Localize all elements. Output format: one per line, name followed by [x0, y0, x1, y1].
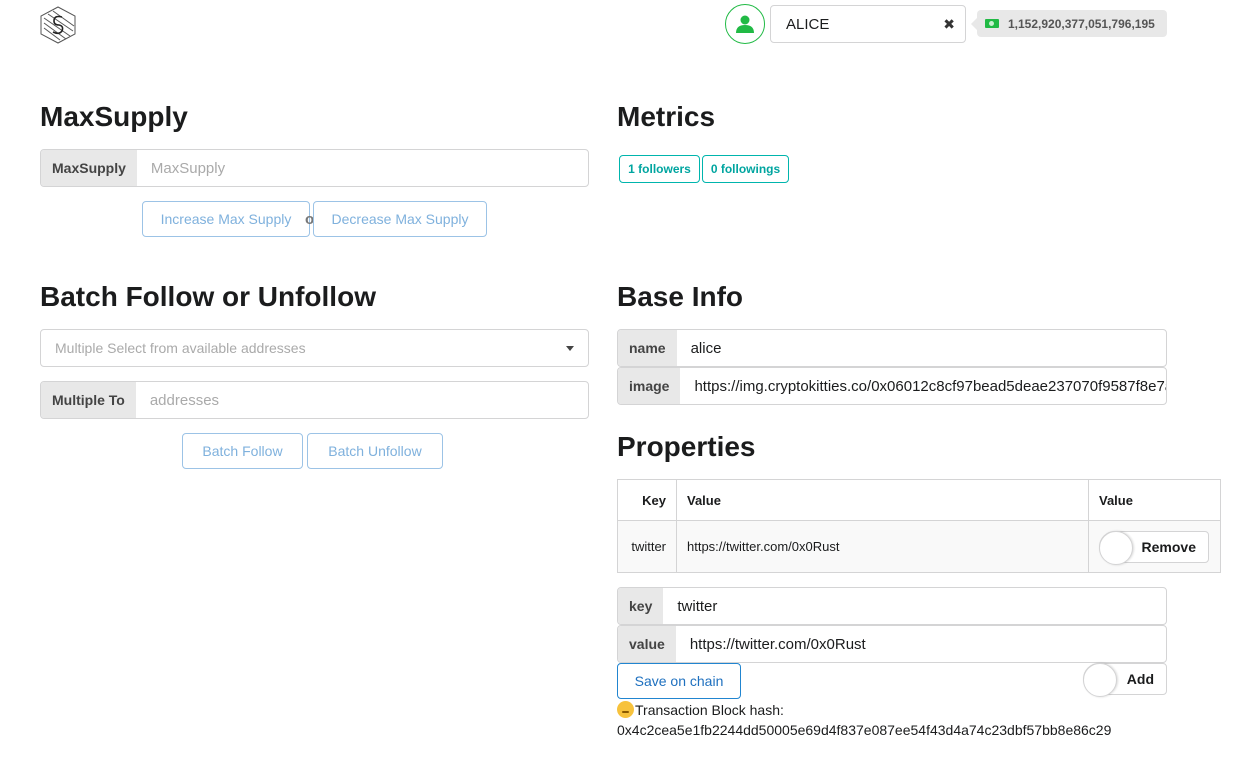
value-input[interactable]: https://twitter.com/0x0Rust	[676, 626, 880, 662]
money-icon	[985, 19, 999, 28]
max-supply-input[interactable]: MaxSupply	[137, 150, 239, 186]
column-header-value: Value	[676, 479, 1089, 521]
name-input[interactable]: alice	[677, 330, 736, 366]
image-input[interactable]: https://img.cryptokitties.co/0x06012c8cf…	[680, 368, 1166, 404]
addresses-input[interactable]: addresses	[136, 382, 233, 418]
wink-emoji-icon	[617, 701, 634, 718]
max-supply-input-group: MaxSupply MaxSupply	[40, 149, 589, 187]
user-icon	[736, 15, 754, 33]
dropdown-caret-icon	[566, 345, 574, 351]
followings-count-button[interactable]: 0 followings	[702, 155, 789, 183]
account-select[interactable]: ALICE ✖	[770, 5, 966, 43]
increase-max-supply-button[interactable]: Increase Max Supply	[142, 201, 310, 237]
transaction-label: Transaction Block hash:	[635, 702, 784, 718]
save-on-chain-button[interactable]: Save on chain	[617, 663, 741, 699]
name-input-group: name alice	[617, 329, 1167, 367]
batch-unfollow-button[interactable]: Batch Unfollow	[307, 433, 443, 469]
property-action-cell: Remove	[1088, 520, 1221, 573]
max-supply-title: MaxSupply	[40, 101, 188, 132]
image-label: image	[618, 368, 681, 404]
remove-label: Remove	[1141, 538, 1196, 555]
balance-label: 1,152,920,377,051,796,195	[971, 10, 1167, 37]
key-input-group: key twitter	[617, 587, 1167, 625]
metrics-title: Metrics	[617, 101, 716, 132]
followers-count-button[interactable]: 1 followers	[619, 155, 700, 183]
multiple-to-label: Multiple To	[41, 382, 136, 418]
user-account-icon[interactable]	[725, 4, 765, 44]
column-header-action: Value	[1088, 479, 1221, 521]
multi-select-placeholder: Multiple Select from available addresses	[55, 340, 306, 356]
property-key-cell: twitter	[617, 520, 677, 573]
base-info-title: Base Info	[617, 281, 744, 312]
column-header-key: Key	[617, 479, 677, 521]
key-input[interactable]: twitter	[663, 588, 731, 624]
batch-follow-title: Batch Follow or Unfollow	[40, 281, 376, 312]
clear-icon[interactable]: ✖	[943, 16, 955, 33]
batch-follow-button[interactable]: Batch Follow	[182, 433, 303, 469]
address-multi-select[interactable]: Multiple Select from available addresses	[40, 329, 589, 367]
balance-value: 1,152,920,377,051,796,195	[1008, 16, 1155, 31]
remove-property-button[interactable]: Remove	[1099, 530, 1209, 565]
value-label: value	[618, 626, 676, 662]
transaction-info: Transaction Block hash: 0x4c2cea5e1fb224…	[617, 700, 1111, 740]
add-label: Add	[1126, 671, 1154, 687]
decrease-max-supply-button[interactable]: Decrease Max Supply	[313, 201, 487, 237]
app-logo	[40, 6, 76, 44]
name-label: name	[618, 330, 677, 366]
table-row: twitter https://twitter.com/0x0Rust Remo…	[617, 520, 1221, 573]
key-label: key	[618, 588, 664, 624]
image-input-group: image https://img.cryptokitties.co/0x060…	[617, 367, 1167, 405]
property-value-cell: https://twitter.com/0x0Rust	[676, 520, 1089, 573]
account-name: ALICE	[786, 15, 830, 33]
transaction-hash: 0x4c2cea5e1fb2244dd50005e69d4f837e087ee5…	[617, 722, 1112, 738]
value-input-group: value https://twitter.com/0x0Rust	[617, 625, 1167, 663]
max-supply-label: MaxSupply	[41, 150, 137, 186]
properties-title: Properties	[617, 431, 756, 462]
add-property-button[interactable]: Add	[1083, 663, 1167, 697]
properties-table: Key Value Value twitter https://twitter.…	[617, 479, 1221, 573]
multiple-to-input-group: Multiple To addresses	[40, 381, 589, 419]
